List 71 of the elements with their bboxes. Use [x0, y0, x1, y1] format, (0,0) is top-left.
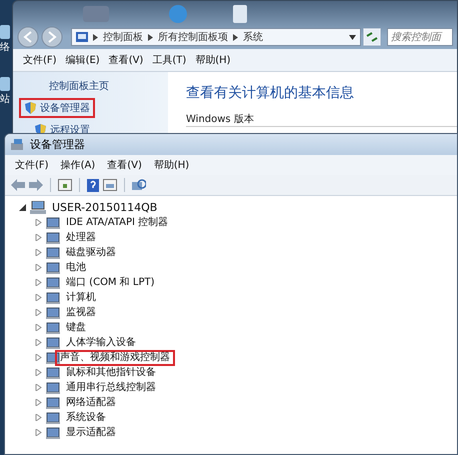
tree-item[interactable]: 监视器	[63, 306, 99, 320]
dropdown-icon[interactable]	[349, 34, 356, 40]
menu-item[interactable]: 文件(F)	[15, 158, 49, 172]
tree-item[interactable]: 磁盘驱动器	[63, 246, 119, 260]
menu-item[interactable]: 帮助(H)	[154, 158, 190, 172]
breadcrumb[interactable]: 系统	[243, 30, 263, 44]
desktop-label[interactable]: 站	[0, 94, 10, 106]
tree-item[interactable]: 计算机	[63, 290, 99, 304]
breadcrumb-arrow-icon	[93, 34, 98, 40]
breadcrumb[interactable]: 控制面板	[103, 30, 143, 44]
menu-item[interactable]: 文件(F)	[23, 53, 57, 67]
window-icon[interactable]	[103, 179, 117, 191]
sidebar-link[interactable]: 控制面板主页	[19, 76, 114, 96]
window-title: 设备管理器	[30, 137, 85, 152]
tree-item[interactable]: 电池	[63, 260, 89, 274]
address-bar[interactable]: 控制面板 所有控制面板项 系统	[71, 28, 361, 46]
tree-item[interactable]: 声音、视频和游戏控制器	[55, 350, 175, 366]
breadcrumb[interactable]: 所有控制面板项	[158, 30, 228, 44]
menu-item[interactable]: 操作(A)	[60, 158, 96, 172]
tree-item[interactable]: USER-20150114QB	[49, 200, 160, 214]
device-icon	[46, 262, 60, 274]
device-icon	[46, 232, 60, 244]
sidebar-link[interactable]: 设备管理器	[19, 98, 95, 118]
scan-hardware-icon[interactable]	[132, 178, 146, 192]
menu-item[interactable]: 帮助(H)	[195, 53, 231, 67]
shield-icon	[25, 102, 36, 114]
tree-item[interactable]: IDE ATA/ATAPI 控制器	[63, 216, 172, 230]
control-panel-icon	[76, 31, 88, 43]
tree-item[interactable]: 系统设备	[63, 410, 109, 424]
device-icon	[46, 306, 60, 318]
help-icon[interactable]	[87, 178, 99, 192]
device-icon	[46, 276, 60, 288]
tree-item[interactable]: 键盘	[63, 320, 89, 334]
device-icon	[46, 336, 60, 348]
breadcrumb-arrow-icon	[233, 34, 238, 40]
tree-item[interactable]: 端口 (COM 和 LPT)	[63, 276, 158, 290]
refresh-icon[interactable]	[363, 28, 381, 46]
device-icon	[46, 426, 60, 438]
device-icon	[46, 412, 60, 424]
properties-icon[interactable]	[58, 179, 72, 191]
forward-icon[interactable]	[41, 26, 63, 48]
device-icon	[46, 396, 60, 408]
page-heading: 查看有关计算机的基本信息	[186, 84, 355, 102]
tree-item[interactable]: 显示适配器	[63, 426, 119, 440]
computer-icon	[30, 201, 46, 214]
expander-icon[interactable]	[19, 204, 27, 211]
tree-item[interactable]: 鼠标和其他指针设备	[63, 366, 159, 380]
device-icon	[46, 246, 60, 258]
device-icon	[46, 382, 60, 394]
menu-item[interactable]: 编辑(E)	[66, 53, 100, 67]
device-tree[interactable]: USER-20150114QB IDE ATA/ATAPI 控制器 处理器 磁盘驱动器 电池 端口 (COM 和 LPT) 计算机 监视器 键盘 人体学输入设备 声音、视频和游戏控制器 鼠标和其他指针设备 通用串行总线控制器 网络适配器 系统设备 显示适配器	[5, 196, 457, 454]
menu-item[interactable]: 查看(V)	[107, 158, 142, 172]
breadcrumb-arrow-icon	[148, 34, 153, 40]
desktop-icon[interactable]	[0, 24, 10, 40]
device-icon	[46, 292, 60, 304]
device-icon	[46, 322, 60, 334]
forward-arrow-icon[interactable]	[29, 179, 43, 191]
menu-item[interactable]: 查看(V)	[108, 53, 144, 67]
tree-item[interactable]: 处理器	[63, 230, 99, 244]
tree-item[interactable]: 网络适配器	[63, 396, 119, 410]
device-icon	[46, 366, 60, 378]
back-icon[interactable]	[17, 26, 39, 48]
tree-item[interactable]: 通用串行总线控制器	[63, 380, 159, 394]
search-field[interactable]: 搜索控制面	[387, 28, 453, 46]
device-icon	[46, 216, 60, 228]
desktop-icon[interactable]	[0, 76, 10, 92]
tree-item[interactable]: 人体学输入设备	[63, 336, 139, 350]
desktop-label[interactable]: 络	[0, 42, 10, 54]
menu-item[interactable]: 工具(T)	[152, 53, 186, 67]
back-arrow-icon[interactable]	[11, 179, 25, 191]
device-manager-icon	[11, 138, 25, 150]
